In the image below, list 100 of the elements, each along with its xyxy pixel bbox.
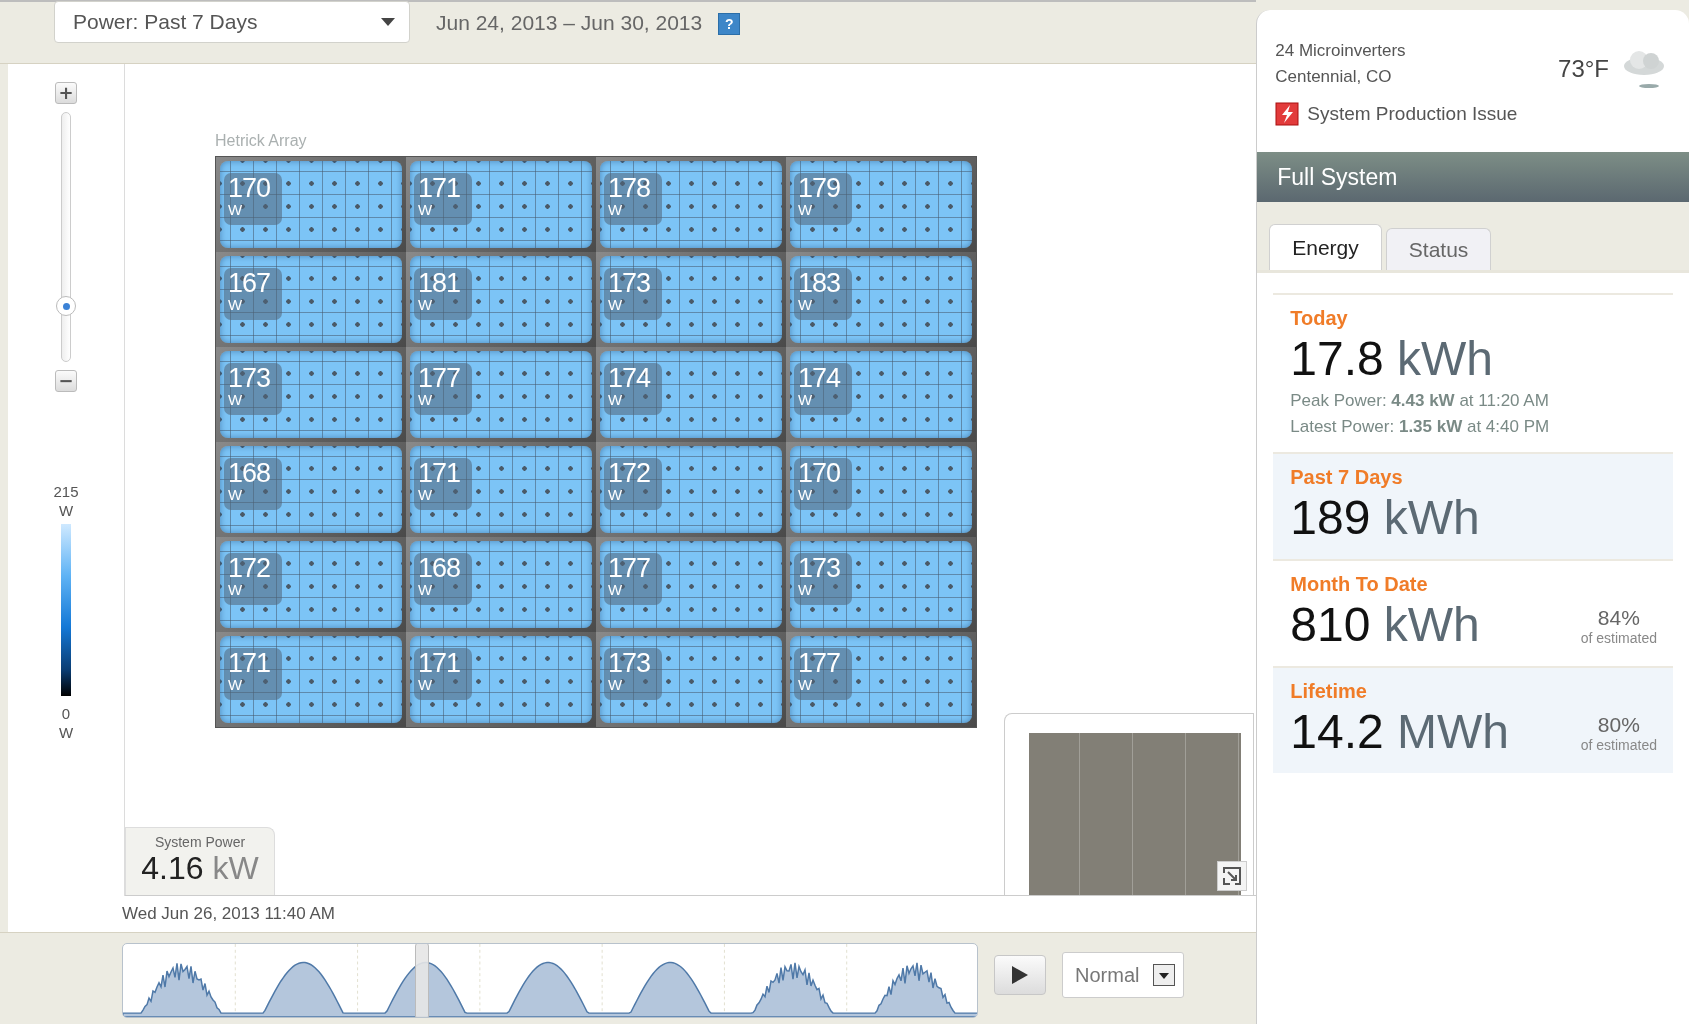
stat-detail: Peak Power: 4.43 kW at 11:20 AM [1290,390,1550,412]
solar-panel[interactable]: 178 W [600,161,782,248]
stat-percent-note: of estimated [1580,737,1657,753]
panel-power-value: 174 [798,363,842,393]
date-range: Jun 24, 2013 – Jun 30, 2013 [436,11,703,35]
alert-message[interactable]: System Production Issue [1307,103,1518,125]
stat-detail: Latest Power: 1.35 kW at 4:40 PM [1290,416,1551,438]
zoom-in-button[interactable]: + [55,82,77,104]
expand-button[interactable] [1217,861,1248,891]
solar-panel[interactable]: 171 W [220,636,402,723]
stat-percent: 80% [1597,713,1640,737]
solar-panel[interactable]: 174 W [600,351,782,438]
stat-value: 14.2 MWh [1290,704,1509,760]
panel-power-value: 177 [608,553,652,583]
solar-panel[interactable]: 181 W [410,256,592,343]
solar-panel[interactable]: 177 W [410,351,592,438]
legend-unit: W [58,723,74,742]
panel-power-unit: W [798,393,814,407]
solar-panel[interactable]: 171 W [410,446,592,533]
solar-panel[interactable]: 173 W [600,256,782,343]
solar-panel[interactable]: 177 W [790,636,972,723]
solar-panel[interactable]: 173 W [790,541,972,628]
zoom-out-button[interactable]: − [55,370,77,392]
solar-panel[interactable]: 170 W [220,161,402,248]
panel-power-unit: W [228,393,244,407]
panel-power-unit: W [608,298,624,312]
play-icon [1012,966,1028,984]
panel-power-unit: W [228,583,244,597]
solar-panel[interactable]: 174 W [790,351,972,438]
panel-power-value: 179 [798,173,842,203]
stat-label: Today [1290,307,1349,330]
panel-power-value: 177 [798,648,842,678]
solar-panel[interactable]: 173 W [600,636,782,723]
panel-power-unit: W [418,583,434,597]
panel-power-unit: W [228,678,244,692]
panel-power-unit: W [608,678,624,692]
speed-dropdown[interactable]: Normal [1062,952,1184,998]
stat-label: Lifetime [1290,680,1368,703]
stat-label: Month To Date [1290,573,1429,596]
panel-power-value: 170 [228,173,272,203]
stat-percent-note: of estimated [1580,630,1657,646]
help-button[interactable]: ? [718,13,741,35]
timeline-track[interactable] [122,943,978,1018]
solar-panel[interactable]: 170 W [790,446,972,533]
panel-power-unit: W [608,583,624,597]
solar-panel[interactable]: 179 W [790,161,972,248]
solar-panel[interactable]: 167 W [220,256,402,343]
panel-power-value: 183 [798,268,842,298]
panel-power-unit: W [418,488,434,502]
zoom-slider-thumb[interactable] [56,296,76,316]
stat-label: Past 7 Days [1290,466,1404,489]
panel-power-value: 173 [608,648,652,678]
solar-panel[interactable]: 172 W [600,446,782,533]
panel-power-unit: W [228,488,244,502]
expand-icon [1221,865,1244,887]
site-location: Centennial, CO [1275,66,1393,88]
system-power-value: 4.16 kW [141,850,259,886]
panel-power-value: 171 [418,458,462,488]
temperature: 73°F [1558,55,1609,83]
play-button[interactable] [994,955,1046,995]
panel-power-unit: W [228,203,244,217]
panel-power-unit: W [418,298,434,312]
solar-panel[interactable]: 168 W [410,541,592,628]
panel-power-value: 171 [418,648,462,678]
caret-icon [381,18,395,26]
tab[interactable]: Status [1385,228,1492,270]
stat-value: 189 kWh [1290,490,1480,546]
panel-power-value: 174 [608,363,652,393]
panel-power-value: 168 [228,458,272,488]
panel-power-unit: W [798,583,814,597]
solar-panel[interactable]: 171 W [410,161,592,248]
panel-power-value: 178 [608,173,652,203]
solar-panel[interactable]: 171 W [410,636,592,723]
timestamp: Wed Jun 26, 2013 11:40 AM [121,903,336,925]
panel-power-value: 173 [608,268,652,298]
panel-power-value: 173 [228,363,272,393]
panel-power-value: 168 [418,553,462,583]
panel-power-unit: W [418,203,434,217]
solar-panel[interactable]: 172 W [220,541,402,628]
zoom-slider[interactable] [56,112,76,362]
array-title: Hetrick Array [215,132,308,150]
solar-panel[interactable]: 168 W [220,446,402,533]
panel-power-unit: W [798,678,814,692]
stat-value: 17.8 kWh [1290,331,1493,387]
panel-power-value: 171 [228,648,272,678]
solar-panel[interactable]: 177 W [600,541,782,628]
range-dropdown[interactable]: Power: Past 7 Days [54,1,410,43]
caret-icon [1153,964,1175,986]
solar-panel[interactable]: 183 W [790,256,972,343]
timeline-handle[interactable] [414,944,429,1017]
tab[interactable]: Energy [1269,224,1382,270]
panel-power-unit: W [608,203,624,217]
legend-min-value: 0 [61,704,71,723]
system-power-label: System Power [154,834,246,850]
panel-power-unit: W [608,393,624,407]
panel-power-value: 170 [798,458,842,488]
panel-power-value: 172 [608,458,652,488]
solar-panel[interactable]: 173 W [220,351,402,438]
panel-power-unit: W [798,298,814,312]
stat-value: 810 kWh [1290,597,1480,653]
